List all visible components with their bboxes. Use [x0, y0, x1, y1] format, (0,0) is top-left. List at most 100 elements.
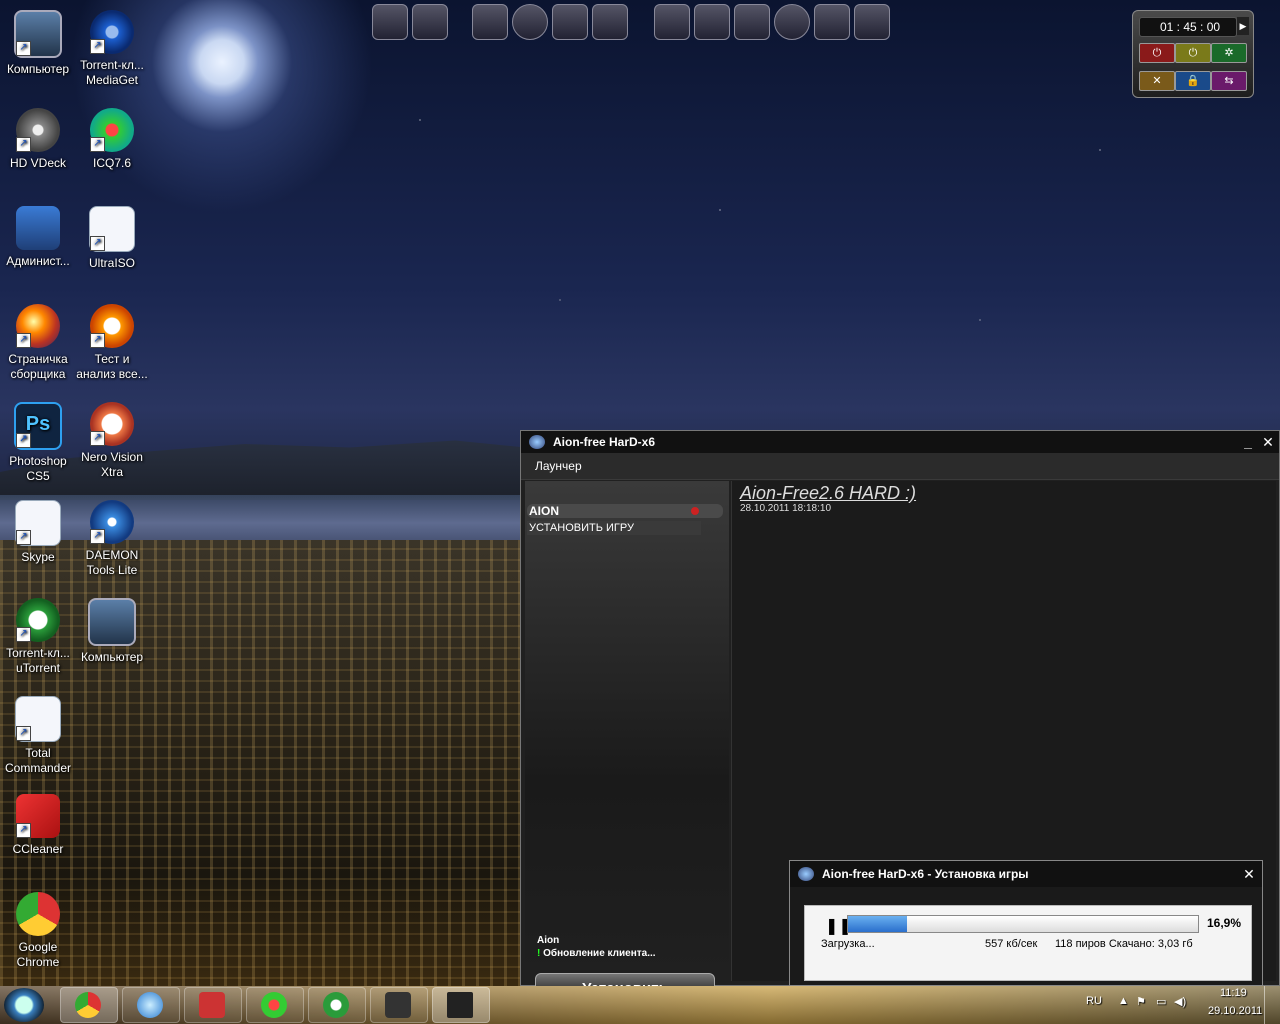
news-title-link[interactable]: Aion-Free2.6 HARD :)	[740, 483, 916, 504]
show-hidden-icons-icon[interactable]: ▲	[1118, 995, 1129, 1007]
info-icon: ↗	[90, 304, 134, 348]
top-dock	[372, 4, 448, 42]
sleep-button[interactable]: ✲	[1211, 43, 1247, 63]
wallpaper-stars	[0, 0, 1280, 420]
mediaget-icon: ↗	[90, 10, 134, 54]
download-speed: 557 кб/сек	[985, 938, 1038, 950]
taskbar-aion-launcher[interactable]	[432, 987, 490, 1023]
globe-icon[interactable]	[774, 4, 810, 40]
icq-flower-icon: ↗	[90, 108, 134, 152]
ccleaner-icon	[199, 992, 225, 1018]
hd-vdeck-icon: ↗	[16, 108, 60, 152]
taskbar-ccleaner[interactable]	[184, 987, 242, 1023]
desktop-icon-system-test[interactable]: ↗ Тест и анализ все...	[74, 300, 150, 382]
desktop-icon-icq[interactable]: ↗ ICQ7.6	[74, 104, 150, 171]
desktop-icon-skype[interactable]: ↗ Skype	[0, 496, 76, 565]
desktop-icon-mediaget[interactable]: ↗ Torrent-кл... MediaGet	[74, 6, 150, 88]
close-button[interactable]: ✕	[1259, 431, 1277, 453]
dock-monitor-icon[interactable]	[412, 4, 448, 40]
status-message: ! Обновление клиента...	[537, 948, 656, 959]
aion-logo-icon	[529, 435, 545, 449]
office-icon[interactable]	[854, 4, 890, 40]
lightning-icon: ↗	[90, 500, 134, 544]
clock-date[interactable]: 29.10.2011	[1208, 1005, 1262, 1017]
taskbar-icq[interactable]	[246, 987, 304, 1023]
dialog-titlebar[interactable]: Aion-free HarD-x6 - Установка игры ✕	[790, 861, 1262, 887]
menu-launcher[interactable]: Лаунчер	[535, 459, 582, 473]
aion-launcher-icon	[447, 992, 473, 1018]
progress-bar	[847, 915, 1199, 933]
start-button[interactable]	[4, 988, 44, 1022]
show-desktop-button[interactable]	[1264, 986, 1273, 1024]
play-icon[interactable]: ▶	[1237, 17, 1249, 35]
status-dot-icon	[691, 507, 699, 515]
system-monitor-icon[interactable]	[814, 4, 850, 40]
desktop-icon-photoshop[interactable]: Ps ↗ Photoshop CS5	[0, 398, 76, 484]
top-dock-3	[654, 4, 890, 42]
system-tray: RU ▲ ⚑ ▭ ◀) 11:19 29.10.2011	[1072, 986, 1272, 1024]
download-state: Загрузка...	[821, 938, 875, 950]
gallery-icon[interactable]	[734, 4, 770, 40]
launcher-titlebar[interactable]: Aion-free HarD-x6 _ ✕	[521, 431, 1279, 453]
desktop-icon-total-commander[interactable]: ↗ Total Commander	[0, 692, 76, 776]
user-icon	[16, 206, 60, 250]
minimize-button[interactable]: _	[1239, 431, 1257, 453]
desktop-icon-admin[interactable]: Админист...	[0, 202, 76, 269]
language-indicator[interactable]: RU	[1086, 995, 1102, 1007]
volume-icon[interactable]: ◀)	[1174, 995, 1186, 1008]
desktop-icon-chrome[interactable]: Google Chrome	[0, 888, 76, 970]
dialog-close-button[interactable]: ✕	[1240, 861, 1258, 887]
nero-icon: ↗	[90, 402, 134, 446]
progress-fill	[848, 916, 908, 932]
desktop-icon-computer[interactable]: ↗ Компьютер	[0, 6, 76, 77]
photo-tools-icon[interactable]	[654, 4, 690, 40]
download-peers: 118 пиров Скачано: 3,03 гб	[1055, 938, 1193, 950]
media-player-icon[interactable]	[512, 4, 548, 40]
counter-strike-icon	[385, 992, 411, 1018]
list-item-aion[interactable]: AION	[527, 504, 723, 518]
desktop-icon-utorrent[interactable]: ↗ Torrent-кл... uTorrent	[0, 594, 76, 676]
aion-logo-icon	[798, 867, 814, 881]
burn-disc-icon[interactable]	[694, 4, 730, 40]
status-game-name: Aion	[537, 935, 560, 946]
computer-icon: ↗	[14, 10, 62, 58]
computer-icon	[88, 598, 136, 646]
launcher-title: Aion-free HarD-x6	[553, 435, 656, 449]
flag-icon[interactable]: ⚑	[1136, 995, 1146, 1008]
total-commander-icon: ↗	[15, 696, 61, 742]
desktop-icon-nero[interactable]: ↗ Nero Vision Xtra	[74, 398, 150, 480]
chrome-icon	[16, 892, 60, 936]
icq-flower-icon	[261, 992, 287, 1018]
taskbar-counter-strike[interactable]	[370, 987, 428, 1023]
paint-icon[interactable]	[552, 4, 588, 40]
news-date: 28.10.2011 18:18:10	[740, 503, 832, 514]
gamepad-icon[interactable]	[472, 4, 508, 40]
logoff-button[interactable]: ✕	[1139, 71, 1175, 91]
taskbar-ie[interactable]	[122, 987, 180, 1023]
clock-time[interactable]: 11:19	[1220, 987, 1247, 999]
shutdown-timer-gadget: 01 : 45 : 00 ▶ ⏻ ⏻ ✲ ✕ 🔒 ⇆	[1132, 10, 1254, 98]
switch-user-button[interactable]: ⇆	[1211, 71, 1247, 91]
install-progress-dialog: Aion-free HarD-x6 - Установка игры ✕ ❚❚ …	[789, 860, 1263, 986]
restart-button[interactable]: ⏻	[1175, 43, 1211, 63]
taskbar-chrome[interactable]	[60, 987, 118, 1023]
list-item-install-game[interactable]: УСТАНОВИТЬ ИГРУ	[527, 521, 701, 535]
network-icon[interactable]: ▭	[1156, 995, 1166, 1008]
dock-app-icon[interactable]	[372, 4, 408, 40]
desktop-icon-computer-2[interactable]: Компьютер	[74, 594, 150, 665]
top-dock-2	[472, 4, 628, 42]
taskbar-utorrent[interactable]	[308, 987, 366, 1023]
desktop-icon-builder-page[interactable]: ↗ Страничка сборщика	[0, 300, 76, 382]
progress-percent: 16,9%	[1207, 916, 1242, 930]
chrome-icon	[75, 992, 101, 1018]
desktop-icon-hd-vdeck[interactable]: ↗ HD VDeck	[0, 104, 76, 171]
desktop-icon-daemon-tools[interactable]: ↗ DAEMON Tools Lite	[74, 496, 150, 578]
internet-explorer-icon	[137, 992, 163, 1018]
lock-button[interactable]: 🔒	[1175, 71, 1211, 91]
shutdown-button[interactable]: ⏻	[1139, 43, 1175, 63]
desktop-icon-ultraiso[interactable]: ↗ UltraISO	[74, 202, 150, 271]
ultraiso-icon: ↗	[89, 206, 135, 252]
calculator-icon[interactable]	[592, 4, 628, 40]
desktop-icon-ccleaner[interactable]: ↗ CCleaner	[0, 790, 76, 857]
launcher-sidebar: AION УСТАНОВИТЬ ИГРУ Aion ! Обновление к…	[525, 481, 729, 1005]
